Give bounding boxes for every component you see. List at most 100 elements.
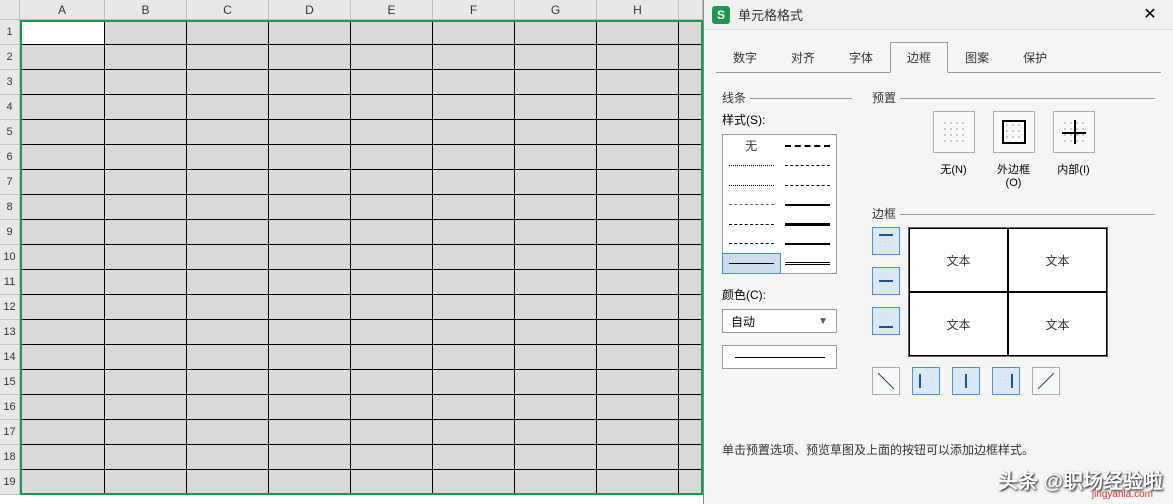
cell[interactable] [187, 445, 269, 470]
style-dash-thick[interactable] [780, 176, 837, 196]
cell[interactable] [105, 70, 187, 95]
border-diag-up-button[interactable] [872, 367, 900, 395]
cell[interactable] [269, 295, 351, 320]
active-cell[interactable] [20, 20, 105, 45]
cell[interactable] [679, 20, 703, 45]
cell[interactable] [20, 320, 105, 345]
cell[interactable] [679, 420, 703, 445]
cell[interactable] [187, 45, 269, 70]
cell[interactable] [187, 270, 269, 295]
cell[interactable] [679, 195, 703, 220]
cell[interactable] [515, 170, 597, 195]
tab-protect[interactable]: 保护 [1006, 42, 1064, 73]
cell[interactable] [20, 220, 105, 245]
col-header-G[interactable]: G [515, 0, 597, 20]
cell[interactable] [679, 345, 703, 370]
cell[interactable] [515, 70, 597, 95]
border-right-button[interactable] [992, 367, 1020, 395]
cell[interactable] [105, 170, 187, 195]
col-header-A[interactable]: A [20, 0, 105, 20]
row-header[interactable]: 11 [0, 270, 20, 295]
cell[interactable] [597, 345, 679, 370]
cell[interactable] [433, 345, 515, 370]
cell[interactable] [187, 295, 269, 320]
cell[interactable] [597, 70, 679, 95]
cell[interactable] [269, 20, 351, 45]
cell[interactable] [20, 95, 105, 120]
cell[interactable] [20, 70, 105, 95]
cell[interactable] [187, 95, 269, 120]
cell[interactable] [269, 195, 351, 220]
row-header[interactable]: 6 [0, 145, 20, 170]
cell[interactable] [679, 470, 703, 495]
cell[interactable] [20, 45, 105, 70]
cell[interactable] [105, 420, 187, 445]
cell[interactable] [433, 95, 515, 120]
cell[interactable] [269, 395, 351, 420]
cell[interactable] [20, 345, 105, 370]
cell[interactable] [20, 145, 105, 170]
style-dashdotdot[interactable] [780, 156, 837, 176]
border-left-button[interactable] [912, 367, 940, 395]
cell[interactable] [351, 95, 433, 120]
row-header[interactable]: 12 [0, 295, 20, 320]
cell[interactable] [679, 220, 703, 245]
cell[interactable] [105, 245, 187, 270]
cell[interactable] [20, 295, 105, 320]
style-solid-xthick[interactable] [780, 234, 837, 254]
cell[interactable] [679, 120, 703, 145]
cell[interactable] [515, 95, 597, 120]
cell[interactable] [105, 295, 187, 320]
cell[interactable] [187, 370, 269, 395]
cell[interactable] [105, 470, 187, 495]
cell[interactable] [597, 270, 679, 295]
cell[interactable] [269, 95, 351, 120]
cell[interactable] [597, 20, 679, 45]
cell[interactable] [679, 295, 703, 320]
cell[interactable] [269, 70, 351, 95]
border-top-button[interactable] [872, 227, 900, 255]
row-header[interactable]: 16 [0, 395, 20, 420]
col-header-I[interactable] [679, 0, 703, 20]
style-dashdot-thick[interactable] [780, 135, 837, 156]
cell[interactable] [515, 145, 597, 170]
cell[interactable] [269, 445, 351, 470]
cell[interactable] [597, 470, 679, 495]
cell[interactable] [269, 320, 351, 345]
cell[interactable] [597, 95, 679, 120]
cell[interactable] [20, 270, 105, 295]
col-header-D[interactable]: D [269, 0, 351, 20]
cell[interactable] [20, 195, 105, 220]
row-header[interactable]: 1 [0, 20, 20, 45]
tab-border[interactable]: 边框 [890, 42, 948, 73]
cell[interactable] [187, 20, 269, 45]
row-header[interactable]: 15 [0, 370, 20, 395]
cell[interactable] [351, 170, 433, 195]
cell[interactable] [597, 395, 679, 420]
style-dash[interactable] [723, 195, 780, 215]
select-all-corner[interactable] [0, 0, 20, 20]
cell[interactable] [269, 470, 351, 495]
border-diag-down-button[interactable] [1032, 367, 1060, 395]
cell[interactable] [679, 320, 703, 345]
cell[interactable] [515, 470, 597, 495]
tab-font[interactable]: 字体 [832, 42, 890, 73]
style-dashdot2[interactable] [723, 215, 780, 235]
cell[interactable] [433, 420, 515, 445]
cell[interactable] [433, 120, 515, 145]
cell[interactable] [351, 445, 433, 470]
cell[interactable] [597, 295, 679, 320]
cell[interactable] [105, 95, 187, 120]
cell[interactable] [433, 295, 515, 320]
cell[interactable] [433, 220, 515, 245]
cell[interactable] [515, 320, 597, 345]
cell[interactable] [351, 20, 433, 45]
cell[interactable] [187, 470, 269, 495]
cell[interactable] [20, 445, 105, 470]
style-dot2[interactable] [723, 176, 780, 196]
style-dot[interactable] [723, 156, 780, 176]
row-header[interactable]: 17 [0, 420, 20, 445]
cell[interactable] [515, 270, 597, 295]
row-header[interactable]: 8 [0, 195, 20, 220]
cell[interactable] [433, 20, 515, 45]
